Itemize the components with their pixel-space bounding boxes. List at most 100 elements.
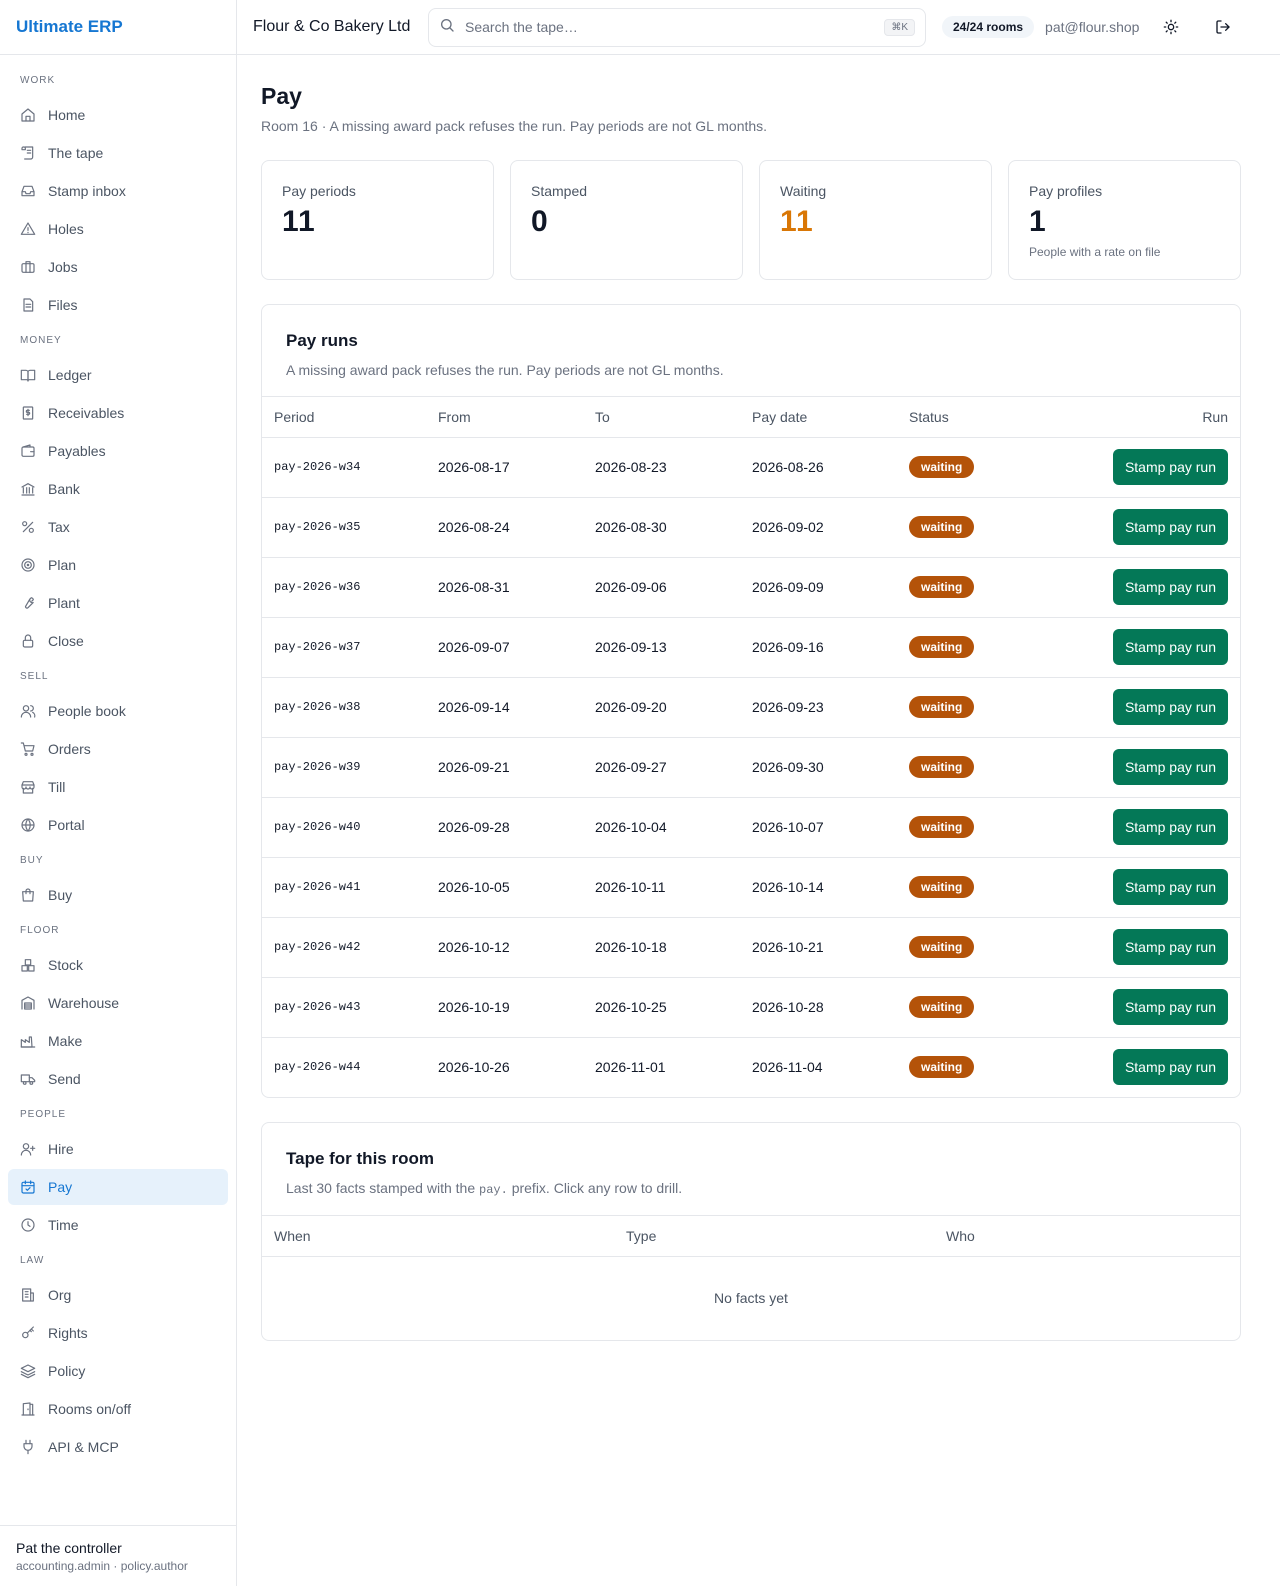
sidebar-item-hire[interactable]: Hire <box>8 1131 228 1167</box>
logout-icon[interactable] <box>1213 17 1233 37</box>
sidebar-item-orders[interactable]: Orders <box>8 731 228 767</box>
sidebar-item-buy[interactable]: Buy <box>8 877 228 913</box>
table-row[interactable]: pay-2026-w34 2026-08-17 2026-08-23 2026-08-… <box>262 437 1240 498</box>
status-badge: waiting <box>909 456 975 478</box>
sidebar-item-files[interactable]: Files <box>8 287 228 323</box>
user-card[interactable]: Pat the controller accounting.admin · po… <box>0 1525 236 1586</box>
store-icon <box>20 779 36 795</box>
period-cell: pay-2026-w42 <box>262 917 426 978</box>
stamp-pay-run-button[interactable]: Stamp pay run <box>1112 569 1228 605</box>
period-cell: pay-2026-w41 <box>262 857 426 918</box>
nav-section-floor: FLOOR <box>20 924 60 936</box>
sidebar-item-stock[interactable]: Stock <box>8 947 228 983</box>
pay-date-cell: 2026-09-30 <box>740 737 897 798</box>
sidebar-item-plant[interactable]: Plant <box>8 585 228 621</box>
nav-section-sell: SELL <box>20 670 49 682</box>
sidebar-item-send[interactable]: Send <box>8 1061 228 1097</box>
stamp-pay-run-button[interactable]: Stamp pay run <box>1112 629 1228 665</box>
sidebar-item-the-tape[interactable]: The tape <box>8 135 228 171</box>
pay-date-cell: 2026-09-02 <box>740 497 897 558</box>
table-row[interactable]: pay-2026-w39 2026-09-21 2026-09-27 2026-09-… <box>262 737 1240 798</box>
from-cell: 2026-08-24 <box>426 497 583 558</box>
file-icon <box>20 297 36 313</box>
app-logo[interactable]: Ultimate ERP <box>0 0 236 55</box>
table-row[interactable]: pay-2026-w36 2026-08-31 2026-09-06 2026-09-… <box>262 557 1240 618</box>
table-row[interactable]: pay-2026-w38 2026-09-14 2026-09-20 2026-09-… <box>262 677 1240 738</box>
period-cell: pay-2026-w43 <box>262 977 426 1038</box>
table-row[interactable]: pay-2026-w42 2026-10-12 2026-10-18 2026-10-… <box>262 917 1240 978</box>
sidebar-item-label: Send <box>48 1071 81 1087</box>
rooms-badge[interactable]: 24/24 rooms <box>942 16 1035 38</box>
run-cell: Stamp pay run <box>1042 977 1240 1038</box>
sidebar-item-label: Portal <box>48 817 85 833</box>
stamp-pay-run-button[interactable]: Stamp pay run <box>1112 869 1228 905</box>
pay-runs-table: Period From To Pay date Status Run pay-2026-w… <box>262 397 1240 1097</box>
sidebar-item-label: Make <box>48 1033 83 1049</box>
stamp-pay-run-button[interactable]: Stamp pay run <box>1112 689 1228 725</box>
sidebar-item-rights[interactable]: Rights <box>8 1315 228 1351</box>
sidebar-item-payables[interactable]: Payables <box>8 433 228 469</box>
run-cell: Stamp pay run <box>1042 797 1240 858</box>
search-box[interactable]: ⌘K <box>428 7 926 47</box>
sidebar-item-label: Orders <box>48 741 91 757</box>
stamp-pay-run-button[interactable]: Stamp pay run <box>1112 1049 1228 1086</box>
theme-toggle-sun-icon[interactable] <box>1161 17 1181 37</box>
sidebar-item-stamp-inbox[interactable]: Stamp inbox <box>8 173 228 209</box>
table-row[interactable]: pay-2026-w41 2026-10-05 2026-10-11 2026-10-… <box>262 857 1240 918</box>
table-row[interactable]: pay-2026-w43 2026-10-19 2026-10-25 2026-10-… <box>262 977 1240 1038</box>
stamp-pay-run-button[interactable]: Stamp pay run <box>1112 449 1228 485</box>
search-input[interactable] <box>465 19 875 35</box>
sidebar-item-label: Rooms on/off <box>48 1401 132 1417</box>
sidebar-item-make[interactable]: Make <box>8 1023 228 1059</box>
period-cell: pay-2026-w34 <box>262 437 426 498</box>
stamp-pay-run-button[interactable]: Stamp pay run <box>1112 509 1228 545</box>
sidebar-item-people-book[interactable]: People book <box>8 693 228 729</box>
sidebar-item-pay[interactable]: Pay <box>8 1169 228 1205</box>
sidebar-item-rooms-on-off[interactable]: Rooms on/off <box>8 1391 228 1427</box>
sidebar-item-time[interactable]: Time <box>8 1207 228 1243</box>
stat-value: 11 <box>780 205 814 238</box>
sidebar-item-label: Receivables <box>48 405 125 421</box>
sidebar-item-policy[interactable]: Policy <box>8 1353 228 1389</box>
sidebar-item-close[interactable]: Close <box>8 623 228 659</box>
run-cell: Stamp pay run <box>1042 497 1240 558</box>
sidebar-item-till[interactable]: Till <box>8 769 228 805</box>
status-badge: waiting <box>909 516 975 538</box>
layers-icon <box>20 1363 36 1379</box>
run-cell: Stamp pay run <box>1042 617 1240 678</box>
sidebar-item-plan[interactable]: Plan <box>8 547 228 583</box>
stamp-pay-run-button[interactable]: Stamp pay run <box>1112 929 1228 965</box>
cart-icon <box>20 741 36 757</box>
status-cell: waiting <box>897 857 1042 918</box>
status-cell: waiting <box>897 977 1042 1038</box>
sidebar-item-holes[interactable]: Holes <box>8 211 228 247</box>
column-header-pay-date: Pay date <box>740 397 897 438</box>
stamp-pay-run-button[interactable]: Stamp pay run <box>1112 749 1228 785</box>
sidebar-item-label: API & MCP <box>48 1439 119 1455</box>
sidebar-item-portal[interactable]: Portal <box>8 807 228 843</box>
table-row[interactable]: pay-2026-w37 2026-09-07 2026-09-13 2026-09-… <box>262 617 1240 678</box>
sidebar-item-home[interactable]: Home <box>8 97 228 133</box>
sidebar-item-org[interactable]: Org <box>8 1277 228 1313</box>
company-name[interactable]: Flour & Co Bakery Ltd <box>253 18 428 36</box>
pay-runs-card: Pay runs A missing award pack refuses th… <box>261 304 1241 1098</box>
sidebar-item-api-and-mcp[interactable]: API & MCP <box>8 1429 228 1465</box>
sidebar-item-ledger[interactable]: Ledger <box>8 357 228 393</box>
stamp-pay-run-button[interactable]: Stamp pay run <box>1112 989 1228 1025</box>
sidebar-item-label: Rights <box>48 1325 88 1341</box>
table-row[interactable]: pay-2026-w44 2026-10-26 2026-11-01 2026-11-… <box>262 1037 1240 1097</box>
sidebar-item-receivables[interactable]: Receivables <box>8 395 228 431</box>
sidebar-item-label: Till <box>48 779 66 795</box>
sidebar-item-warehouse[interactable]: Warehouse <box>8 985 228 1021</box>
sidebar-item-bank[interactable]: Bank <box>8 471 228 507</box>
table-row[interactable]: pay-2026-w40 2026-09-28 2026-10-04 2026-10-… <box>262 797 1240 858</box>
table-row[interactable]: pay-2026-w35 2026-08-24 2026-08-30 2026-09-… <box>262 497 1240 558</box>
status-badge: waiting <box>909 576 975 598</box>
tape-table: When Type Who No facts yet <box>262 1216 1240 1340</box>
stat-card-waiting: Waiting 11 <box>759 160 992 280</box>
sidebar-item-tax[interactable]: Tax <box>8 509 228 545</box>
stamp-pay-run-button[interactable]: Stamp pay run <box>1112 809 1228 845</box>
status-cell: waiting <box>897 557 1042 618</box>
status-cell: waiting <box>897 617 1042 678</box>
sidebar-item-jobs[interactable]: Jobs <box>8 249 228 285</box>
